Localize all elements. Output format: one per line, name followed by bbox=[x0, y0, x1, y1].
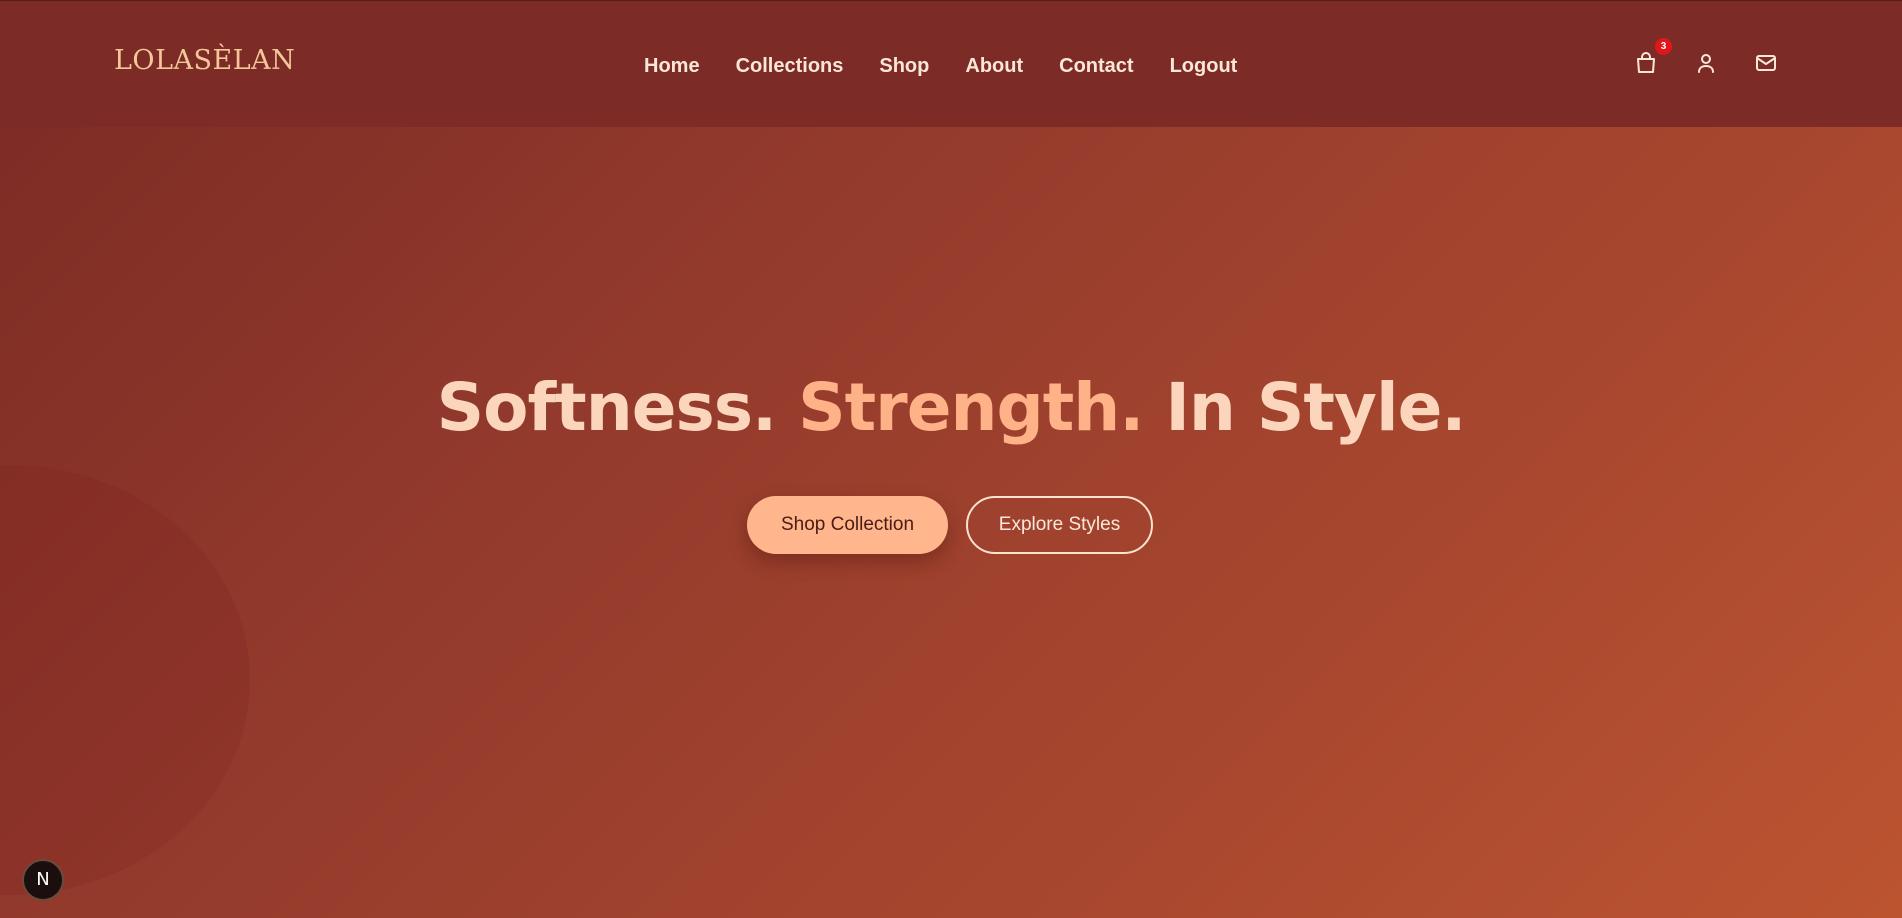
dev-tools-badge[interactable]: N bbox=[22, 859, 64, 901]
shopping-bag-icon bbox=[1637, 52, 1655, 73]
nav-home[interactable]: Home bbox=[644, 53, 700, 79]
user-icon bbox=[1698, 54, 1714, 73]
mail-icon bbox=[1756, 55, 1776, 71]
site-header: LOLASÈLAN Home Collections Shop About Co… bbox=[0, 0, 1902, 127]
hero-actions: Shop Collection Explore Styles bbox=[747, 496, 1153, 554]
hero-title-part-2: Strength. bbox=[798, 369, 1144, 446]
background-decoration bbox=[0, 465, 250, 895]
explore-styles-button[interactable]: Explore Styles bbox=[966, 496, 1153, 554]
cart-button[interactable]: 3 bbox=[1634, 38, 1672, 75]
nav-collections[interactable]: Collections bbox=[736, 53, 844, 79]
hero-title: Softness. Strength. In Style. bbox=[0, 368, 1902, 448]
nav-contact[interactable]: Contact bbox=[1059, 53, 1133, 79]
brand-logo[interactable]: LOLASÈLAN bbox=[114, 47, 295, 74]
mail-button[interactable] bbox=[1754, 51, 1778, 75]
main-nav: Home Collections Shop About Contact Logo… bbox=[644, 53, 1237, 79]
hero-title-part-1: Softness. bbox=[436, 369, 778, 446]
nav-shop[interactable]: Shop bbox=[879, 53, 929, 79]
nav-logout[interactable]: Logout bbox=[1170, 53, 1238, 79]
account-button[interactable] bbox=[1694, 51, 1718, 75]
shop-collection-button[interactable]: Shop Collection bbox=[747, 496, 948, 554]
hero-title-part-3: In Style. bbox=[1165, 369, 1466, 446]
nav-about[interactable]: About bbox=[965, 53, 1023, 79]
page: LOLASÈLAN Home Collections Shop About Co… bbox=[0, 0, 1902, 918]
header-actions: 3 bbox=[1634, 38, 1778, 75]
cart-count-badge: 3 bbox=[1655, 38, 1672, 55]
